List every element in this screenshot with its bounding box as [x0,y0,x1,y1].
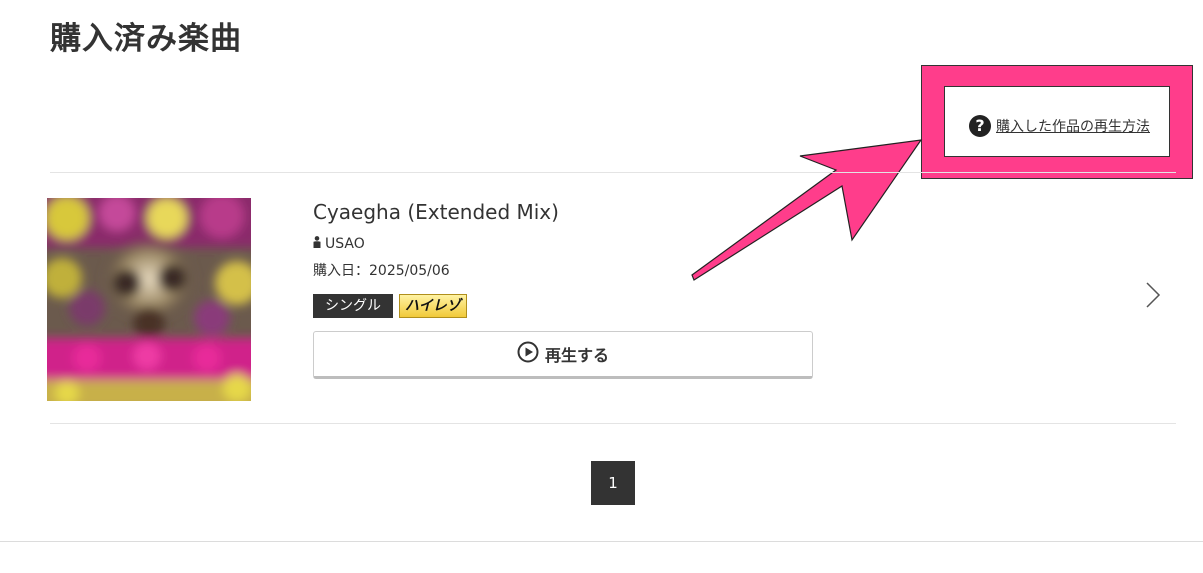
tag-single: シングル [313,294,393,318]
play-button-label: 再生する [544,346,609,365]
artist-row: USAO [313,234,365,254]
playback-help-label: 購入した作品の再生方法 [996,119,1150,135]
divider [50,423,1176,424]
play-circle-icon [517,341,539,367]
help-link-container: ? 購入した作品の再生方法 [944,86,1170,157]
playback-help-link[interactable]: ? 購入した作品の再生方法 [969,115,1150,137]
purchase-date: 購入日：2025/05/06 [313,263,450,279]
track-title[interactable]: Cyaegha (Extended Mix) [313,198,559,226]
question-circle-icon: ? [969,115,991,137]
purchased-songs-page: 購入済み楽曲 ? 購入した作品の再生方法 Cyaegha (Extended M… [0,0,1203,573]
artist-name[interactable]: USAO [325,234,365,254]
play-button[interactable]: 再生する [313,331,813,379]
chevron-right-icon[interactable] [1145,281,1161,313]
page-title: 購入済み楽曲 [50,21,242,57]
tag-hires: ハイレゾ [399,294,467,318]
divider [0,541,1203,542]
person-icon [313,234,321,254]
album-art[interactable] [47,198,251,401]
track-tags: シングル ハイレゾ [313,294,467,318]
divider [50,172,1176,173]
pagination-page-current[interactable]: 1 [591,461,635,505]
